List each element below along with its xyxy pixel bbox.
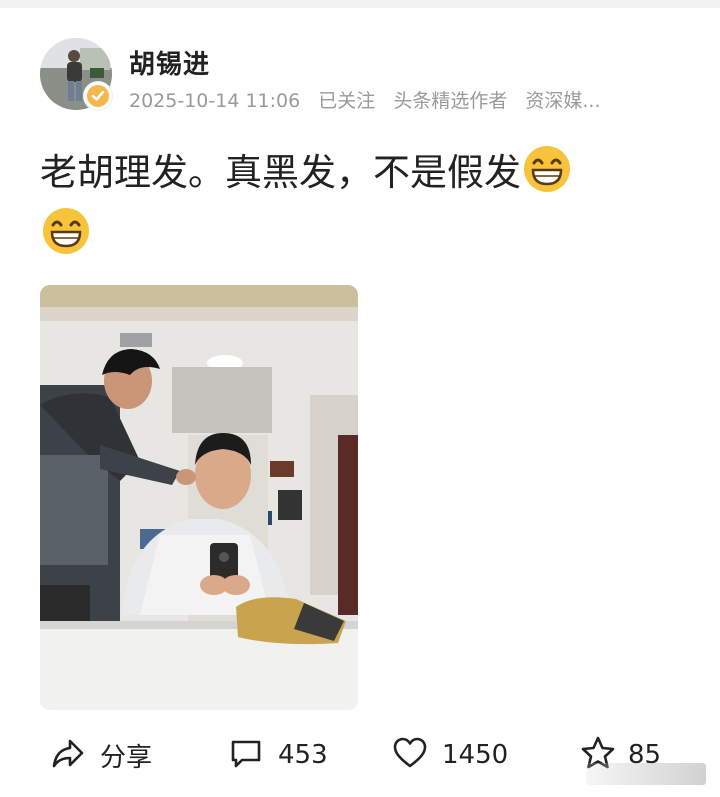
post-header: 胡锡进 2025-10-14 11:06 已关注 头条精选作者 资深媒... xyxy=(40,38,700,114)
watermark xyxy=(586,763,706,785)
comment-button[interactable]: 453 xyxy=(228,728,328,782)
post-body: 老胡理发。真黑发，不是假发 xyxy=(40,142,680,266)
post-text: 老胡理发。真黑发，不是假发 xyxy=(40,151,521,194)
comment-icon xyxy=(228,735,264,775)
like-count: 1450 xyxy=(442,740,509,770)
top-divider xyxy=(0,0,720,8)
share-label: 分享 xyxy=(100,742,153,773)
grin-emoji-icon xyxy=(40,205,92,257)
author-name[interactable]: 胡锡进 xyxy=(129,44,210,81)
verified-badge-icon xyxy=(84,82,112,110)
comment-count: 453 xyxy=(278,740,328,770)
author-badge-2: 资深媒... xyxy=(525,90,601,112)
post-timestamp: 2025-10-14 11:06 xyxy=(129,90,301,112)
share-icon xyxy=(50,735,86,775)
post-photo[interactable] xyxy=(40,285,358,710)
heart-icon xyxy=(392,735,428,775)
share-button[interactable]: 分享 xyxy=(50,728,152,782)
like-button[interactable]: 1450 xyxy=(392,728,508,782)
post-meta: 2025-10-14 11:06 已关注 头条精选作者 资深媒... xyxy=(129,86,613,113)
author-badge: 头条精选作者 xyxy=(393,90,508,112)
grin-emoji-icon xyxy=(521,143,573,195)
follow-status[interactable]: 已关注 xyxy=(318,90,375,112)
